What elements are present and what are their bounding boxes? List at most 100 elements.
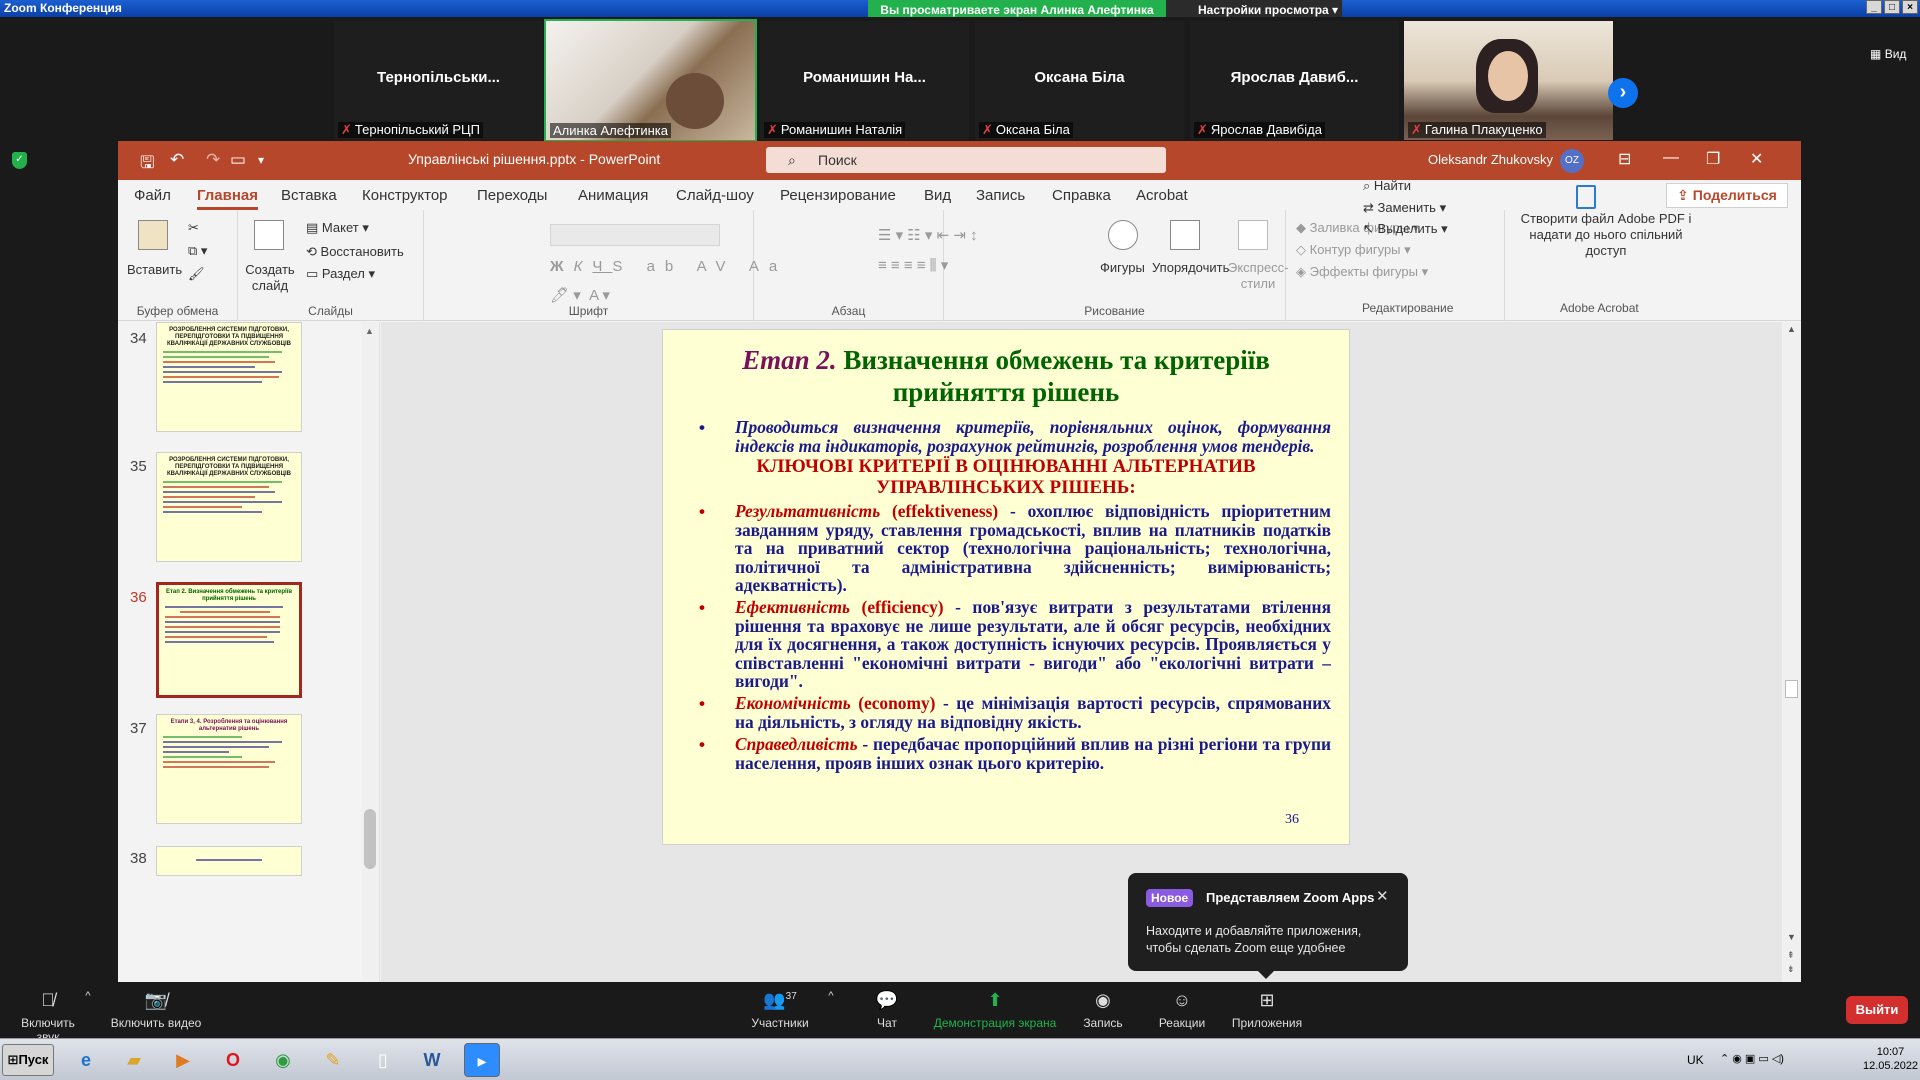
redo-icon[interactable]: ↷ <box>206 150 220 170</box>
tab-view[interactable]: Вид <box>924 187 951 204</box>
zoom-icon[interactable]: ▸ <box>464 1043 500 1077</box>
start-video-button[interactable]: 📷̸ Включить видео <box>108 982 204 1038</box>
adobe-pdf-icon[interactable] <box>1576 185 1596 209</box>
section-button[interactable]: ▭ Раздел ▾ <box>306 266 375 282</box>
share-button[interactable]: ⇪ Поделиться <box>1666 183 1788 208</box>
security-shield-icon[interactable]: ✓ <box>12 152 27 169</box>
tab-design[interactable]: Конструктор <box>362 187 448 204</box>
participant-tile[interactable]: Романишин На... ✗ Романишин Наталія <box>760 21 969 140</box>
scrollbar-thumb[interactable] <box>364 809 376 869</box>
scroll-up-icon[interactable]: ▲ <box>1787 324 1796 334</box>
save-icon[interactable]: 🖫 <box>140 150 154 179</box>
tab-acrobat[interactable]: Acrobat <box>1136 187 1188 204</box>
tab-insert[interactable]: Вставка <box>281 187 337 204</box>
minimize-icon[interactable]: — <box>1663 149 1679 167</box>
arrange-icon[interactable] <box>1170 220 1200 250</box>
slide-thumbnail[interactable]: РОЗРОБЛЕННЯ СИСТЕМИ ПІДГОТОВКИ, ПЕРЕПІДГ… <box>156 322 302 432</box>
close-icon[interactable]: × <box>1902 0 1918 14</box>
view-button[interactable]: ▦ Вид <box>1870 47 1906 61</box>
format-painter-icon[interactable]: 🖌 <box>188 266 205 282</box>
chrome-icon[interactable]: ◉ <box>265 1043 301 1077</box>
tab-slideshow[interactable]: Слайд-шоу <box>676 187 754 204</box>
tab-animations[interactable]: Анимация <box>578 187 648 204</box>
unmute-button[interactable]: 🎙̸ Включить звук <box>8 982 88 1044</box>
avatar[interactable]: OZ <box>1560 149 1584 173</box>
next-page-button[interactable]: › <box>1608 78 1638 108</box>
slide-canvas[interactable]: Етап 2. Визначення обмежень та критеріїв… <box>381 322 1801 982</box>
participants-button[interactable]: 👥37 Участники <box>745 982 815 1038</box>
shape-outline-button[interactable]: ◇ Контур фигуры ▾ <box>1296 242 1411 258</box>
quick-styles-icon[interactable] <box>1238 220 1268 250</box>
word-icon[interactable]: W <box>414 1043 450 1077</box>
shapes-button[interactable]: Фигуры <box>1100 260 1145 275</box>
leave-button[interactable]: Выйти <box>1846 996 1908 1024</box>
new-slide-icon[interactable] <box>254 220 284 250</box>
font-format-icons[interactable]: ЖКЧS ab AV Aa <box>550 258 787 275</box>
scroll-up-icon[interactable]: ▲ <box>365 326 374 336</box>
clock[interactable]: 10:07 12.05.2022 <box>1863 1045 1918 1073</box>
opera-icon[interactable]: O <box>215 1043 251 1077</box>
participant-tile-video[interactable]: Алинка Алефтинка <box>544 19 757 142</box>
present-icon[interactable]: ▭ <box>230 150 246 170</box>
ie-icon[interactable]: e <box>68 1043 104 1077</box>
slide-thumbnails-pane[interactable]: 34 РОЗРОБЛЕННЯ СИСТЕМИ ПІДГОТОВКИ, ПЕРЕП… <box>118 322 380 982</box>
customize-quick-access-icon[interactable]: ▾ <box>258 153 264 167</box>
media-player-icon[interactable]: ▶ <box>165 1043 201 1077</box>
font-name-select[interactable] <box>550 224 720 246</box>
participant-tile[interactable]: Тернопільськи... ✗ Тернопільський РЦП <box>334 21 543 140</box>
record-button[interactable]: ◉ Запись <box>1078 982 1128 1038</box>
tab-file[interactable]: Файл <box>134 187 171 204</box>
next-slide-icon[interactable]: ⇟ <box>1787 964 1795 975</box>
start-button[interactable]: ⊞Пуск <box>2 1044 54 1076</box>
folder-icon[interactable]: ▰ <box>116 1043 152 1077</box>
cut-icon[interactable]: ✂ <box>188 220 199 236</box>
shape-effects-button[interactable]: ◈ Эффекты фигуры ▾ <box>1296 264 1428 280</box>
paste-button[interactable]: Вставить <box>127 262 182 277</box>
slide-thumbnail[interactable] <box>156 846 302 876</box>
align-icons[interactable]: ≡ ≡ ≡ ≡ ⫼ ▾ <box>878 256 948 274</box>
participant-tile[interactable]: Оксана Біла ✗ Оксана Біла <box>975 21 1184 140</box>
minimize-icon[interactable]: _ <box>1866 0 1882 14</box>
reactions-button[interactable]: ☺ Реакции <box>1152 982 1212 1038</box>
replace-button[interactable]: ⇄ Заменить ▾ <box>1363 200 1446 216</box>
undo-icon[interactable]: ↶ <box>170 150 184 170</box>
document-icon[interactable]: ▯ <box>365 1043 401 1077</box>
share-screen-button[interactable]: ⬆ Демонстрация экрана <box>930 982 1060 1038</box>
maximize-icon[interactable]: □ <box>1884 0 1900 14</box>
tray-icons[interactable]: ⌃ ◉ ▣ ▭ ◁) <box>1720 1052 1784 1065</box>
paste-icon[interactable] <box>138 220 168 250</box>
slide-thumbnail-selected[interactable]: Етап 2. Визначення обмежень та критеріїв… <box>156 582 302 698</box>
slide-thumbnail[interactable]: РОЗРОБЛЕННЯ СИСТЕМИ ПІДГОТОВКИ, ПЕРЕПІДГ… <box>156 452 302 562</box>
new-slide-button[interactable]: Создать слайд <box>242 262 298 294</box>
canvas-scrollbar[interactable]: ▲ ▼ ⇞ ⇟ <box>1782 322 1801 982</box>
slide-thumbnail[interactable]: Етапи 3, 4. Розроблення та оцінювання ал… <box>156 714 302 824</box>
restore-icon[interactable]: ❐ <box>1706 149 1720 169</box>
participant-tile-video[interactable]: ✗ Галина Плакуценко <box>1404 21 1613 140</box>
quick-styles-button[interactable]: Экспресс-стили <box>1228 260 1289 292</box>
tab-help[interactable]: Справка <box>1052 187 1111 204</box>
participant-tile[interactable]: Ярослав Давиб... ✗ Ярослав Давибіда <box>1190 21 1399 140</box>
tab-review[interactable]: Рецензирование <box>780 187 896 204</box>
language-indicator[interactable]: UK <box>1687 1053 1704 1067</box>
tab-record[interactable]: Запись <box>976 187 1025 204</box>
audio-options-button[interactable]: ^ <box>82 982 94 1038</box>
ribbon-display-icon[interactable]: ⊟ <box>1618 149 1631 169</box>
layout-button[interactable]: ▤ Макет ▾ <box>306 220 369 236</box>
close-icon[interactable]: ✕ <box>1376 887 1389 905</box>
adobe-create-pdf-button[interactable]: Створити файл Adobe PDF і надати до ньог… <box>1508 211 1704 259</box>
chat-button[interactable]: 💬 Чат <box>862 982 912 1038</box>
participants-options-button[interactable]: ^ <box>824 982 838 1038</box>
select-button[interactable]: ↖ Выделить ▾ <box>1363 221 1448 237</box>
shapes-icon[interactable] <box>1108 220 1138 250</box>
slide[interactable]: Етап 2. Визначення обмежень та критеріїв… <box>662 329 1350 845</box>
copy-icon[interactable]: ⧉ ▾ <box>188 243 207 259</box>
scrollbar-thumb[interactable] <box>1785 680 1798 698</box>
find-button[interactable]: ⌕ Найти <box>1363 178 1411 194</box>
font-color-icons[interactable]: 🖊 ▾ A ▾ <box>550 286 610 304</box>
tab-transitions[interactable]: Переходы <box>477 187 547 204</box>
reset-button[interactable]: ⟲ Восстановить <box>306 244 404 260</box>
thumbnails-scrollbar[interactable]: ▲ <box>362 322 378 982</box>
search-input[interactable]: ⌕ Поиск <box>766 147 1166 173</box>
app-icon[interactable]: ✎ <box>315 1043 351 1077</box>
prev-slide-icon[interactable]: ⇞ <box>1787 950 1795 961</box>
